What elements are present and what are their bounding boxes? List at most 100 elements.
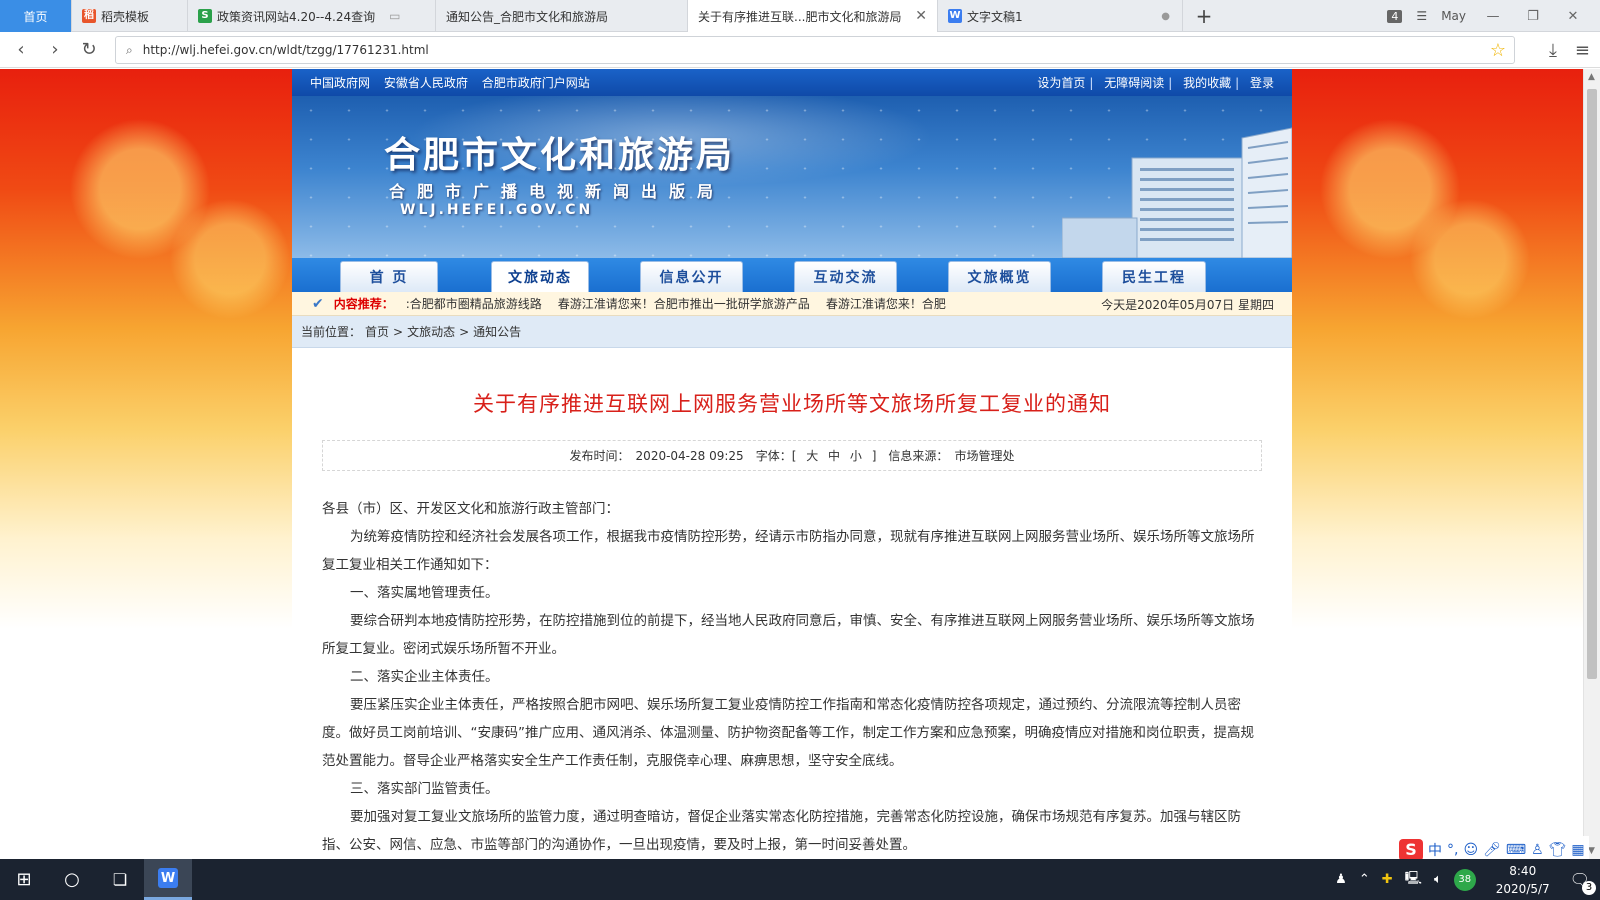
security-badge-icon[interactable]: 38: [1453, 868, 1476, 891]
site-subtitle: 合肥市广播电视新闻出版局: [389, 182, 726, 201]
font-medium-button[interactable]: 中: [828, 449, 840, 463]
ime-mode-toggle[interactable]: 中: [1428, 840, 1442, 860]
people-icon[interactable]: ♟: [1335, 872, 1347, 887]
publish-label: 发布时间： 2020-04-28 09:25: [569, 449, 744, 463]
font-large-button[interactable]: 大: [806, 449, 818, 463]
page-viewport: 中国政府网 安徽省人民政府 合肥市政府门户网站 设为首页 | 无障碍阅读 | 我的收…: [0, 69, 1583, 859]
link-gov-cn[interactable]: 中国政府网: [310, 76, 370, 90]
tab-label: 关于有序推进互联...肥市文化和旅游局: [698, 9, 902, 24]
sogou-logo-icon[interactable]: S: [1399, 839, 1423, 861]
account-name[interactable]: May: [1441, 9, 1466, 23]
clock-time: 8:40: [1509, 863, 1537, 878]
article-paragraph: 要综合研判本地疫情防控形势，在防控措施到位的前提下，经当地人民政府同意后，审慎、…: [322, 613, 1255, 657]
article-meta: 发布时间： 2020-04-28 09:25 字体：[ 大 中 小 ] 信息来源：…: [322, 440, 1262, 471]
breadcrumb-news[interactable]: 文旅动态: [407, 323, 455, 340]
article: 关于有序推进互联网上网服务营业场所等文旅场所复工复业的通知 发布时间： 2020-…: [292, 388, 1292, 859]
tab-writer-doc[interactable]: W 文字文稿1 ●: [938, 0, 1183, 32]
link-favorites[interactable]: 我的收藏: [1183, 76, 1231, 90]
show-hidden-icons[interactable]: ⌃: [1359, 872, 1370, 887]
clock[interactable]: 8:40 2020/5/7: [1496, 862, 1550, 898]
wps-app-icon[interactable]: W: [144, 859, 192, 900]
link-set-homepage[interactable]: 设为首页: [1037, 76, 1085, 90]
nav-home[interactable]: 首 页: [340, 261, 438, 292]
tab-list-icon[interactable]: ☰: [1416, 9, 1427, 23]
windows-start-icon[interactable]: ⊞: [0, 859, 48, 900]
emoji-icon[interactable]: ☺: [1463, 842, 1478, 858]
close-tab-icon[interactable]: ✕: [915, 8, 927, 24]
top-strip: 中国政府网 安徽省人民政府 合肥市政府门户网站 设为首页 | 无障碍阅读 | 我的收…: [292, 69, 1292, 96]
nav-livelihood[interactable]: 民生工程: [1102, 261, 1206, 292]
docer-icon: 稻: [82, 9, 96, 23]
ticker-item[interactable]: :合肥都市圈精品旅游线路: [406, 295, 542, 312]
tab-home[interactable]: 首页: [0, 0, 72, 32]
cortana-search-icon[interactable]: ○: [48, 859, 96, 900]
writer-icon: W: [948, 9, 962, 23]
nav-overview[interactable]: 文旅概览: [948, 261, 1051, 292]
font-size-control: 字体：[ 大 中 小 ]: [755, 449, 877, 463]
new-tab-button[interactable]: +: [1183, 0, 1225, 32]
site-title: 合肥市文化和旅游局: [384, 134, 736, 176]
network-icon[interactable]: 🖳︎: [1405, 869, 1422, 891]
punctuation-toggle[interactable]: °,: [1447, 842, 1458, 858]
tab-policy-sheet[interactable]: S 政策资讯网站4.20--4.24查询 ▭: [188, 0, 436, 32]
scroll-thumb[interactable]: [1587, 89, 1597, 679]
search-icon: ⌕: [126, 42, 133, 57]
article-paragraph: 三、落实部门监管责任。: [350, 781, 499, 797]
address-bar: ‹ › ↻ ⌕ http://wlj.hefei.gov.cn/wldt/tzg…: [0, 32, 1600, 68]
page-scrollbar[interactable]: ▲ ▼: [1583, 69, 1600, 859]
browser-tab-bar: 首页 稻 稻壳模板 S 政策资讯网站4.20--4.24查询 ▭ 通知公告_合肥…: [0, 0, 1600, 32]
microphone-icon[interactable]: 🎤︎: [1483, 842, 1501, 858]
task-view-icon[interactable]: ❏: [96, 859, 144, 900]
grid-menu-icon[interactable]: ▦: [1571, 842, 1584, 858]
minimize-icon[interactable]: —: [1480, 9, 1506, 24]
volume-icon[interactable]: 🔈︎: [1434, 872, 1442, 887]
breadcrumb-sep: >: [459, 324, 470, 339]
reload-icon[interactable]: ↻: [72, 39, 106, 60]
forward-icon[interactable]: ›: [38, 39, 72, 60]
tab-current-article[interactable]: 关于有序推进互联...肥市文化和旅游局 ✕: [688, 0, 938, 32]
spreadsheet-icon: S: [198, 9, 212, 23]
keyboard-icon[interactable]: ⌨: [1506, 842, 1526, 858]
nav-interaction[interactable]: 互动交流: [794, 261, 897, 292]
font-small-button[interactable]: 小: [850, 449, 862, 463]
article-paragraph: 要加强对复工复业文旅场所的监管力度，通过明查暗访，督促企业落实常态化防控措施，完…: [322, 809, 1241, 853]
article-title: 关于有序推进互联网上网服务营业场所等文旅场所复工复业的通知: [473, 392, 1111, 416]
breadcrumb-label: 当前位置：: [301, 325, 362, 339]
menu-icon[interactable]: ≡: [1575, 40, 1590, 61]
tab-count-badge[interactable]: 4: [1387, 9, 1403, 23]
url-text[interactable]: http://wlj.hefei.gov.cn/wldt/tzgg/177612…: [143, 43, 429, 57]
notification-icon[interactable]: 🗨︎ 3: [1570, 870, 1596, 895]
breadcrumb: 当前位置： 首页 > 文旅动态 > 通知公告: [292, 316, 1292, 348]
link-anhui-gov[interactable]: 安徽省人民政府: [384, 76, 468, 90]
article-paragraph: 一、落实属地管理责任。: [350, 585, 499, 601]
download-icon[interactable]: ⤓: [1549, 40, 1557, 61]
nav-info-disclosure[interactable]: 信息公开: [640, 261, 743, 292]
source-label: 信息来源： 市场管理处: [888, 449, 1015, 463]
megaphone-icon: ✔: [312, 295, 324, 312]
tab-docer[interactable]: 稻 稻壳模板: [72, 0, 188, 32]
system-tray: ♟ ⌃ ✚ 🖳︎ 🔈︎ 38 8:40 2020/5/7 🗨︎ 3: [1335, 859, 1600, 900]
back-icon[interactable]: ‹: [4, 39, 38, 60]
tab-label: 首页: [23, 9, 48, 24]
scroll-down-icon[interactable]: ▼: [1588, 846, 1595, 856]
breadcrumb-notices[interactable]: 通知公告: [473, 323, 521, 340]
tab-notice-list[interactable]: 通知公告_合肥市文化和旅游局: [436, 0, 688, 32]
bookmark-star-icon[interactable]: ☆: [1490, 40, 1506, 61]
ticker-item[interactable]: 春游江淮请您来！合肥: [826, 295, 946, 312]
ticker-item[interactable]: 春游江淮请您来！合肥市推出一批研学旅游产品: [558, 295, 810, 312]
app-tray-icon[interactable]: ✚: [1382, 872, 1393, 887]
tab-label: 文字文稿1: [967, 9, 1023, 24]
breadcrumb-home[interactable]: 首页: [365, 323, 389, 340]
url-field[interactable]: ⌕ http://wlj.hefei.gov.cn/wldt/tzgg/1776…: [115, 36, 1515, 64]
close-window-icon[interactable]: ✕: [1560, 9, 1586, 24]
restore-icon[interactable]: ❐: [1520, 9, 1546, 24]
user-icon[interactable]: ♙: [1531, 842, 1544, 858]
link-hefei-portal[interactable]: 合肥市政府门户网站: [482, 76, 590, 90]
today-date: 今天是2020年05月07日 星期四: [1101, 298, 1274, 312]
scroll-up-icon[interactable]: ▲: [1588, 72, 1595, 82]
skin-icon[interactable]: 👕︎: [1549, 842, 1567, 858]
nav-culture-tourism-news[interactable]: 文旅动态: [491, 261, 589, 292]
link-login[interactable]: 登录: [1250, 76, 1274, 90]
clock-date: 2020/5/7: [1495, 881, 1550, 896]
link-accessibility[interactable]: 无障碍阅读: [1104, 76, 1164, 90]
